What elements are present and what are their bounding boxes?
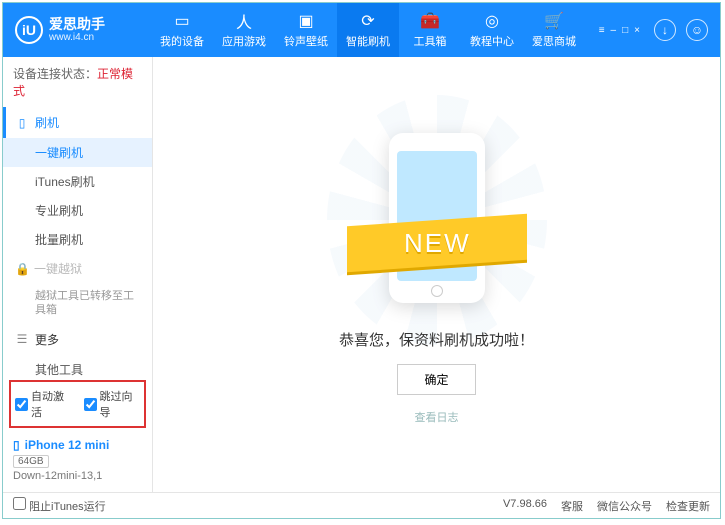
success-illustration: NEW (357, 125, 517, 315)
maximize-icon[interactable]: □ (622, 25, 628, 36)
device-capacity: 64GB (13, 455, 49, 468)
checkbox-row: 自动激活 跳过向导 (9, 380, 146, 428)
toolbox-icon: 🧰 (421, 12, 439, 30)
skip-guide-checkbox[interactable]: 跳过向导 (84, 388, 141, 420)
tab-apps-games[interactable]: 人应用游戏 (213, 3, 275, 57)
minimize-icon[interactable]: – (611, 25, 617, 36)
sidebar: 设备连接状态：正常模式 ▯刷机 一键刷机 iTunes刷机 专业刷机 批量刷机 … (3, 57, 153, 492)
status-bar: 阻止iTunes运行 V7.98.66 客服 微信公众号 检查更新 (3, 492, 720, 518)
success-message: 恭喜您，保资料刷机成功啦！ (339, 329, 534, 350)
sidebar-item-oneclick-flash[interactable]: 一键刷机 (3, 138, 152, 167)
app-window: iU 爱思助手 www.i4.cn ▭我的设备 人应用游戏 ▣铃声壁纸 ⟳智能刷… (2, 2, 721, 519)
brand: iU 爱思助手 www.i4.cn (11, 16, 151, 44)
download-icon[interactable]: ↓ (654, 19, 676, 41)
sidebar-group-flash[interactable]: ▯刷机 (3, 107, 152, 138)
brand-name: 爱思助手 (49, 17, 105, 32)
device-name[interactable]: ▯iPhone 12 mini (13, 438, 142, 452)
sidebar-group-more[interactable]: ☰更多 (3, 324, 152, 355)
user-icon[interactable]: ☺ (686, 19, 708, 41)
apps-icon: 人 (235, 12, 253, 30)
titlebar: iU 爱思助手 www.i4.cn ▭我的设备 人应用游戏 ▣铃声壁纸 ⟳智能刷… (3, 3, 720, 57)
phone-icon: ▭ (173, 12, 191, 30)
window-controls: ≡ – □ × ↓ ☺ (599, 19, 712, 41)
logo-icon: iU (15, 16, 43, 44)
tab-tutorials[interactable]: ◎教程中心 (461, 3, 523, 57)
list-icon: ☰ (15, 332, 29, 346)
tab-toolbox[interactable]: 🧰工具箱 (399, 3, 461, 57)
connection-status: 设备连接状态：正常模式 (3, 57, 152, 107)
refresh-icon: ⟳ (359, 12, 377, 30)
auto-activate-checkbox[interactable]: 自动激活 (15, 388, 72, 420)
main-content: NEW 恭喜您，保资料刷机成功啦！ 确定 查看日志 (153, 57, 720, 492)
sidebar-item-other-tools[interactable]: 其他工具 (3, 355, 152, 376)
tab-ringtone-wallpaper[interactable]: ▣铃声壁纸 (275, 3, 337, 57)
sidebar-item-batch-flash[interactable]: 批量刷机 (3, 225, 152, 254)
device-model: Down-12mini-13,1 (13, 470, 142, 482)
tab-my-device[interactable]: ▭我的设备 (151, 3, 213, 57)
device-info: ▯iPhone 12 mini 64GB Down-12mini-13,1 (3, 432, 152, 492)
cart-icon: 🛒 (545, 12, 563, 30)
menu-icon[interactable]: ≡ (599, 25, 605, 36)
brand-url: www.i4.cn (49, 32, 105, 43)
ok-button[interactable]: 确定 (397, 364, 475, 395)
sidebar-item-jailbreak-note: 越狱工具已转移至工具箱 (3, 283, 152, 324)
body: 设备连接状态：正常模式 ▯刷机 一键刷机 iTunes刷机 专业刷机 批量刷机 … (3, 57, 720, 492)
book-icon: ◎ (483, 12, 501, 30)
image-icon: ▣ (297, 12, 315, 30)
tab-smart-flash[interactable]: ⟳智能刷机 (337, 3, 399, 57)
customer-service-link[interactable]: 客服 (561, 498, 583, 514)
nav-tabs: ▭我的设备 人应用游戏 ▣铃声壁纸 ⟳智能刷机 🧰工具箱 ◎教程中心 🛒爱思商城 (151, 3, 599, 57)
view-log-link[interactable]: 查看日志 (415, 409, 459, 425)
sidebar-item-itunes-flash[interactable]: iTunes刷机 (3, 167, 152, 196)
sidebar-tree: ▯刷机 一键刷机 iTunes刷机 专业刷机 批量刷机 🔒一键越狱 越狱工具已转… (3, 107, 152, 376)
version-label: V7.98.66 (503, 498, 547, 514)
tab-store[interactable]: 🛒爱思商城 (523, 3, 585, 57)
phone-icon: ▯ (15, 116, 29, 130)
lock-icon: 🔒 (15, 262, 30, 276)
phone-icon: ▯ (13, 438, 20, 452)
sidebar-group-jailbreak: 🔒一键越狱 (3, 254, 152, 283)
wechat-link[interactable]: 微信公众号 (597, 498, 652, 514)
new-ribbon: NEW (347, 213, 527, 272)
check-update-link[interactable]: 检查更新 (666, 498, 710, 514)
sidebar-item-pro-flash[interactable]: 专业刷机 (3, 196, 152, 225)
block-itunes-checkbox[interactable]: 阻止iTunes运行 (13, 497, 106, 514)
close-icon[interactable]: × (634, 25, 640, 36)
